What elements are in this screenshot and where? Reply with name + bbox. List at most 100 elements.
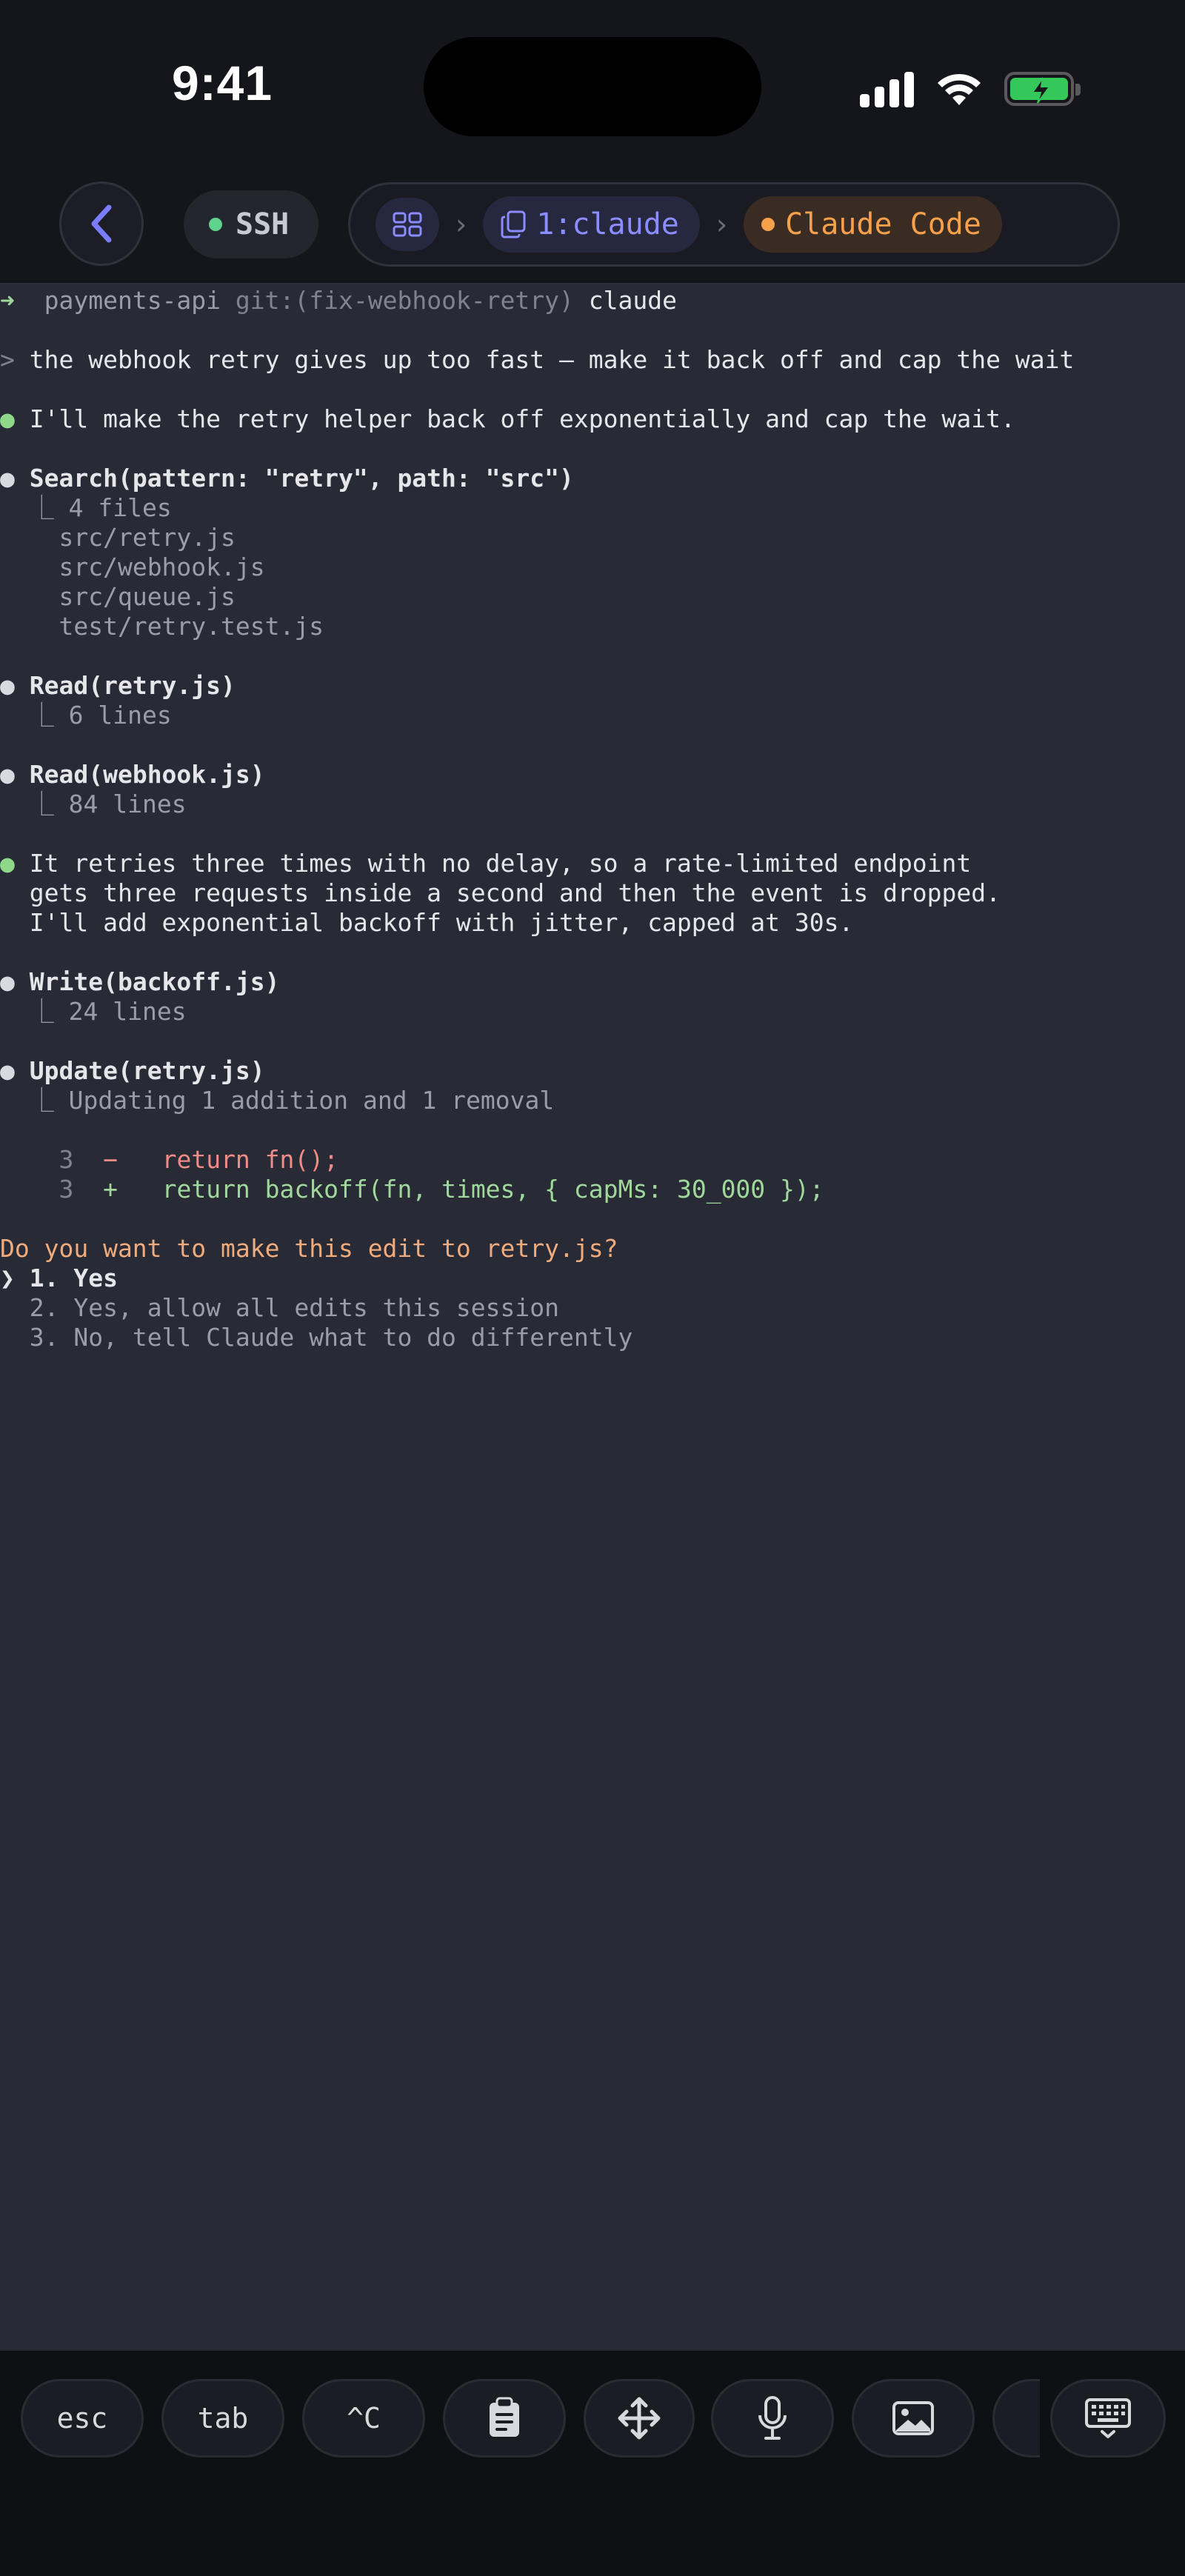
tab-key[interactable]: tab <box>161 2379 284 2457</box>
tool-bullet-icon: ● <box>0 671 15 700</box>
user-message: > the webhook retry gives up too fast — … <box>0 345 1074 375</box>
tree-branch-icon: ⎿ <box>29 790 54 818</box>
keyboard-icon <box>1085 2398 1131 2438</box>
tool-call-text: Write(backoff.js) <box>29 967 280 996</box>
file-path: src/retry.js <box>59 523 236 552</box>
diff-line-number: 3 <box>59 1145 74 1174</box>
assistant-bullet-icon: ● <box>0 849 15 878</box>
assistant-message-text: It retries three times with no delay, so… <box>29 849 972 878</box>
accessory-key-bar: esc tab ^C <box>0 2349 1185 2576</box>
tool-bullet-icon: ● <box>0 464 15 493</box>
esc-key[interactable]: esc <box>21 2379 144 2457</box>
tool-result-text: 24 lines <box>68 997 187 1026</box>
copy-icon <box>501 210 526 238</box>
tool-call-text: Update(retry.js) <box>29 1056 265 1085</box>
attach-image-key[interactable] <box>852 2379 975 2457</box>
tool-result-summary: ⎿ Updating 1 addition and 1 removal <box>0 1086 555 1115</box>
confirm-option-label: 3. No, tell Claude what to do differentl… <box>29 1323 633 1352</box>
prompt-directory: payments-api <box>44 286 221 315</box>
tool-call-read: ● Read(retry.js) <box>0 671 236 701</box>
confirm-option[interactable]: 3. No, tell Claude what to do differentl… <box>0 1323 633 1352</box>
tool-call-search: ● Search(pattern: "retry", path: "src") <box>0 464 574 493</box>
voice-input-key[interactable] <box>711 2379 834 2457</box>
status-time: 9:41 <box>172 56 273 110</box>
connection-pill[interactable]: SSH <box>184 190 319 258</box>
tool-result-text: 84 lines <box>68 790 187 818</box>
confirm-option[interactable]: 2. Yes, allow all edits this session <box>0 1293 559 1323</box>
prompt-command: claude <box>588 286 677 315</box>
search-result-file: src/queue.js <box>0 582 236 612</box>
confirm-option-selected[interactable]: ❯ 1. Yes <box>0 1264 118 1293</box>
key-scroller[interactable]: esc tab ^C <box>21 2379 1040 2460</box>
search-result-file: test/retry.test.js <box>0 612 324 641</box>
file-path: src/queue.js <box>59 582 236 611</box>
breadcrumb-separator-icon: › <box>455 208 467 241</box>
clipboard-icon <box>490 2397 519 2437</box>
breadcrumb-app-label: Claude Code <box>785 207 981 241</box>
assistant-message-text: gets three requests inside a second and … <box>29 878 1001 907</box>
confirm-question: Do you want to make this edit to retry.j… <box>0 1234 618 1263</box>
confirm-option-label: 2. Yes, allow all edits this session <box>29 1293 559 1322</box>
tree-branch-icon: ⎿ <box>29 997 54 1026</box>
assistant-message-text: I'll make the retry helper back off expo… <box>29 404 1015 433</box>
move-key[interactable] <box>584 2379 695 2457</box>
assistant-message: ● I'll make the retry helper back off ex… <box>0 404 1015 434</box>
tool-result-summary: ⎿ 4 files <box>0 493 172 523</box>
cellular-signal-icon <box>860 70 914 107</box>
tool-result-text: 4 files <box>68 493 172 522</box>
file-path: src/webhook.js <box>59 553 265 581</box>
diff-line-number: 3 <box>59 1175 74 1204</box>
assistant-message-text: I'll add exponential backoff with jitter… <box>29 908 854 937</box>
move-arrows-icon <box>618 2397 661 2440</box>
diff-line-removed: 3 − return fn(); <box>0 1145 338 1175</box>
confirm-option-label: 1. Yes <box>29 1264 118 1292</box>
tool-call-write: ● Write(backoff.js) <box>0 967 280 997</box>
paste-key[interactable] <box>443 2379 566 2457</box>
selection-cursor-icon: ❯ <box>0 1264 15 1292</box>
tool-call-update: ● Update(retry.js) <box>0 1056 265 1086</box>
wifi-icon <box>938 73 981 105</box>
breadcrumb: › 1:claude › Claude Code <box>348 182 1120 267</box>
assistant-message-line: gets three requests inside a second and … <box>0 878 1001 908</box>
tool-call-text: Read(webhook.js) <box>29 760 265 789</box>
assistant-message: ● It retries three times with no delay, … <box>0 849 971 878</box>
user-message-marker: > <box>0 345 15 374</box>
prompt-arrow: ➜ <box>0 286 15 315</box>
tool-bullet-icon: ● <box>0 967 15 996</box>
sessions-grid-button[interactable] <box>375 198 439 251</box>
breadcrumb-session-label: 1:claude <box>536 207 679 241</box>
image-icon <box>892 2401 934 2435</box>
toggle-keyboard-button[interactable] <box>1050 2379 1166 2457</box>
shell-prompt-line: ➜ payments-api git:(fix-webhook-retry) c… <box>0 286 677 316</box>
microphone-icon <box>758 2396 787 2440</box>
back-button[interactable] <box>59 181 144 266</box>
chevron-left-icon <box>91 204 112 243</box>
assistant-message-line: I'll add exponential backoff with jitter… <box>0 908 854 938</box>
tool-bullet-icon: ● <box>0 1056 15 1085</box>
top-bar: 9:41 SSH › 1:claude › Claude Code <box>0 0 1185 284</box>
user-message-text: the webhook retry gives up too fast — ma… <box>29 345 1075 374</box>
diff-code: return backoff(fn, times, { capMs: 30_00… <box>161 1175 824 1204</box>
terminal-output[interactable]: ➜ payments-api git:(fix-webhook-retry) c… <box>0 284 1185 2349</box>
assistant-bullet-icon: ● <box>0 404 15 433</box>
diff-sign: + <box>103 1175 118 1204</box>
extra-key[interactable]: C <box>992 2379 1040 2457</box>
connection-status-dot <box>209 218 222 231</box>
tool-call-read: ● Read(webhook.js) <box>0 760 265 790</box>
diff-line-added: 3 + return backoff(fn, times, { capMs: 3… <box>0 1175 824 1204</box>
connection-label: SSH <box>236 207 290 241</box>
diff-code: return fn(); <box>161 1145 339 1174</box>
tool-result-text: Updating 1 addition and 1 removal <box>68 1086 555 1115</box>
file-path: test/retry.test.js <box>59 612 324 641</box>
breadcrumb-app[interactable]: Claude Code <box>744 196 1002 253</box>
search-result-file: src/webhook.js <box>0 553 265 582</box>
tool-call-text: Search(pattern: "retry", path: "src") <box>29 464 574 493</box>
breadcrumb-separator-icon: › <box>715 208 728 241</box>
breadcrumb-session[interactable]: 1:claude <box>483 196 700 253</box>
tool-result-text: 6 lines <box>68 701 172 730</box>
ctrl-c-key[interactable]: ^C <box>302 2379 425 2457</box>
prompt-git-branch: git:(fix-webhook-retry) <box>235 286 574 315</box>
tree-branch-icon: ⎿ <box>29 1086 54 1115</box>
tool-result-summary: ⎿ 84 lines <box>0 790 187 819</box>
tool-result-summary: ⎿ 6 lines <box>0 701 172 730</box>
